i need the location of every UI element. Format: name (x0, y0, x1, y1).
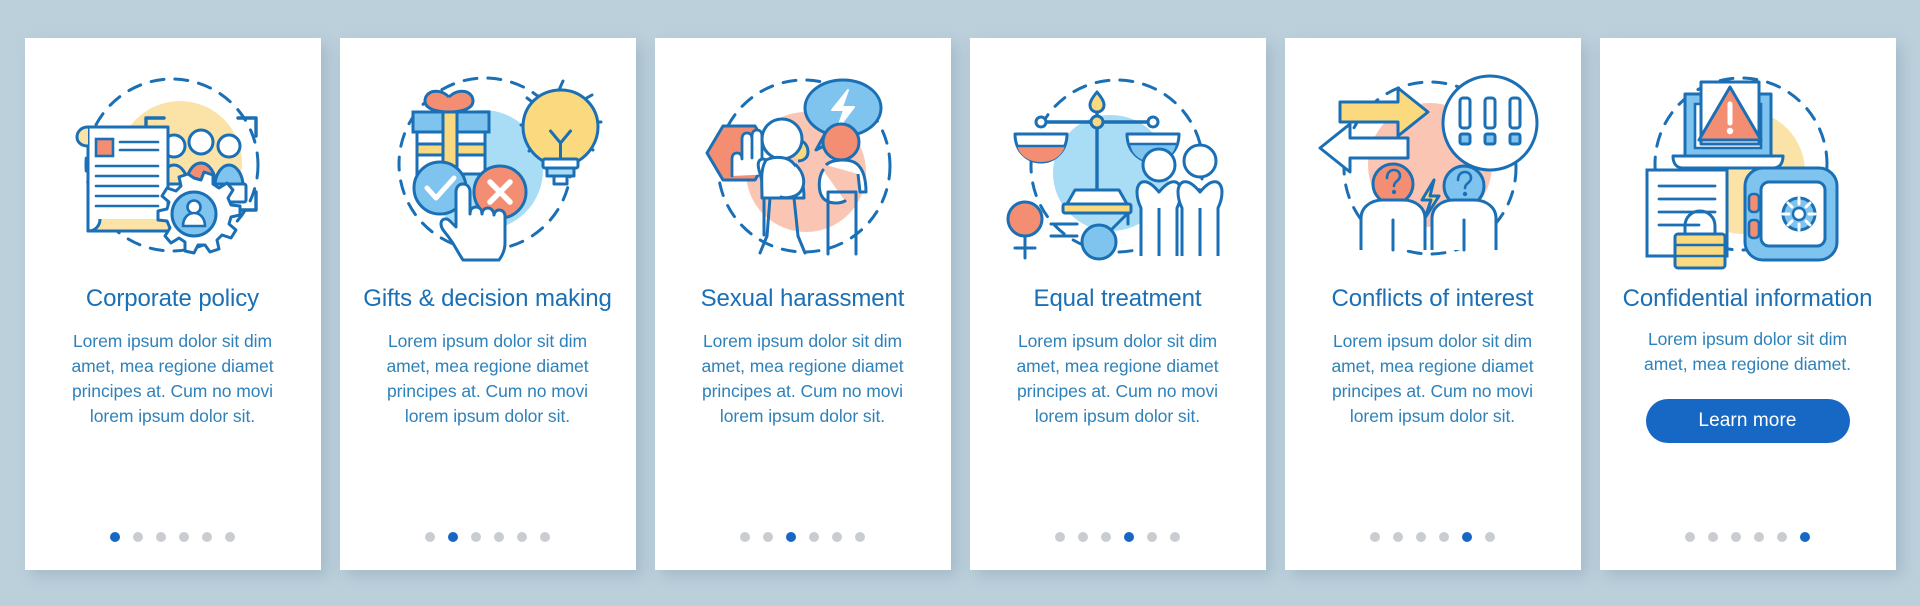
pagination-dot[interactable] (179, 532, 189, 542)
card-title: Equal treatment (1033, 285, 1202, 312)
pagination-dot[interactable] (1170, 532, 1180, 542)
pagination-dot[interactable] (156, 532, 166, 542)
pagination-dot[interactable] (1101, 532, 1111, 542)
pagination-dot[interactable] (1416, 532, 1426, 542)
card-body-text: Lorem ipsum dolor sit dim amet, mea regi… (386, 330, 589, 426)
pagination-dot[interactable] (1754, 532, 1764, 542)
pagination-dot[interactable] (740, 532, 750, 542)
pagination-dot[interactable] (540, 532, 550, 542)
gifts-decision-making-icon (363, 60, 613, 275)
pagination-dot[interactable] (1462, 532, 1472, 542)
pagination-dot[interactable] (448, 532, 458, 542)
pagination-dot[interactable] (1055, 532, 1065, 542)
pagination-dot[interactable] (494, 532, 504, 542)
pagination-dot[interactable] (855, 532, 865, 542)
pagination-dot[interactable] (1731, 532, 1741, 542)
onboarding-card-list: Corporate policy Lorem ipsum dolor sit d… (24, 38, 1896, 570)
pagination-dot[interactable] (1685, 532, 1695, 542)
card-body-text: Lorem ipsum dolor sit dim amet, mea regi… (71, 330, 274, 426)
onboarding-card-equal-treatment[interactable]: Equal treatment Lorem ipsum dolor sit di… (969, 38, 1266, 570)
card-body-text: Lorem ipsum dolor sit dim amet, mea regi… (701, 330, 904, 426)
pagination-dots[interactable] (1600, 532, 1896, 542)
onboarding-card-gifts-decision-making[interactable]: Gifts & decision making Lorem ipsum dolo… (339, 38, 636, 570)
pagination-dots[interactable] (1285, 532, 1581, 542)
pagination-dots[interactable] (970, 532, 1266, 542)
card-title: Corporate policy (85, 285, 260, 312)
equal-treatment-icon (993, 60, 1243, 275)
pagination-dot[interactable] (471, 532, 481, 542)
pagination-dot[interactable] (809, 532, 819, 542)
card-title: Conflicts of interest (1331, 285, 1534, 312)
pagination-dot[interactable] (133, 532, 143, 542)
pagination-dot[interactable] (1078, 532, 1088, 542)
card-body-text: Lorem ipsum dolor sit dim amet, mea regi… (1644, 328, 1851, 374)
corporate-policy-icon (48, 60, 298, 275)
pagination-dot[interactable] (763, 532, 773, 542)
pagination-dot[interactable] (1485, 532, 1495, 542)
card-title: Sexual harassment (700, 285, 905, 312)
onboarding-card-corporate-policy[interactable]: Corporate policy Lorem ipsum dolor sit d… (24, 38, 321, 570)
pagination-dot[interactable] (1708, 532, 1718, 542)
pagination-dot[interactable] (1439, 532, 1449, 542)
onboarding-card-conflicts-of-interest[interactable]: Conflicts of interest Lorem ipsum dolor … (1284, 38, 1581, 570)
card-title: Confidential information (1622, 285, 1873, 312)
onboarding-screens-stage: Corporate policy Lorem ipsum dolor sit d… (0, 0, 1920, 606)
pagination-dot[interactable] (225, 532, 235, 542)
sexual-harassment-icon (678, 60, 928, 275)
pagination-dots[interactable] (340, 532, 636, 542)
card-body-text: Lorem ipsum dolor sit dim amet, mea regi… (1331, 330, 1534, 426)
pagination-dot[interactable] (1777, 532, 1787, 542)
pagination-dot[interactable] (1147, 532, 1157, 542)
pagination-dot[interactable] (110, 532, 120, 542)
pagination-dot[interactable] (1124, 532, 1134, 542)
card-body-text: Lorem ipsum dolor sit dim amet, mea regi… (1016, 330, 1219, 426)
pagination-dot[interactable] (517, 532, 527, 542)
pagination-dots[interactable] (25, 532, 321, 542)
confidential-information-icon (1623, 60, 1873, 275)
card-title: Gifts & decision making (363, 285, 612, 312)
pagination-dot[interactable] (1370, 532, 1380, 542)
learn-more-button[interactable]: Learn more (1645, 398, 1850, 443)
pagination-dots[interactable] (655, 532, 951, 542)
conflicts-of-interest-icon (1308, 60, 1558, 275)
onboarding-card-sexual-harassment[interactable]: Sexual harassment Lorem ipsum dolor sit … (654, 38, 951, 570)
pagination-dot[interactable] (832, 532, 842, 542)
pagination-dot[interactable] (1393, 532, 1403, 542)
pagination-dot[interactable] (425, 532, 435, 542)
onboarding-card-confidential-information[interactable]: Confidential information Lorem ipsum dol… (1599, 38, 1896, 570)
pagination-dot[interactable] (786, 532, 796, 542)
pagination-dot[interactable] (202, 532, 212, 542)
pagination-dot[interactable] (1800, 532, 1810, 542)
